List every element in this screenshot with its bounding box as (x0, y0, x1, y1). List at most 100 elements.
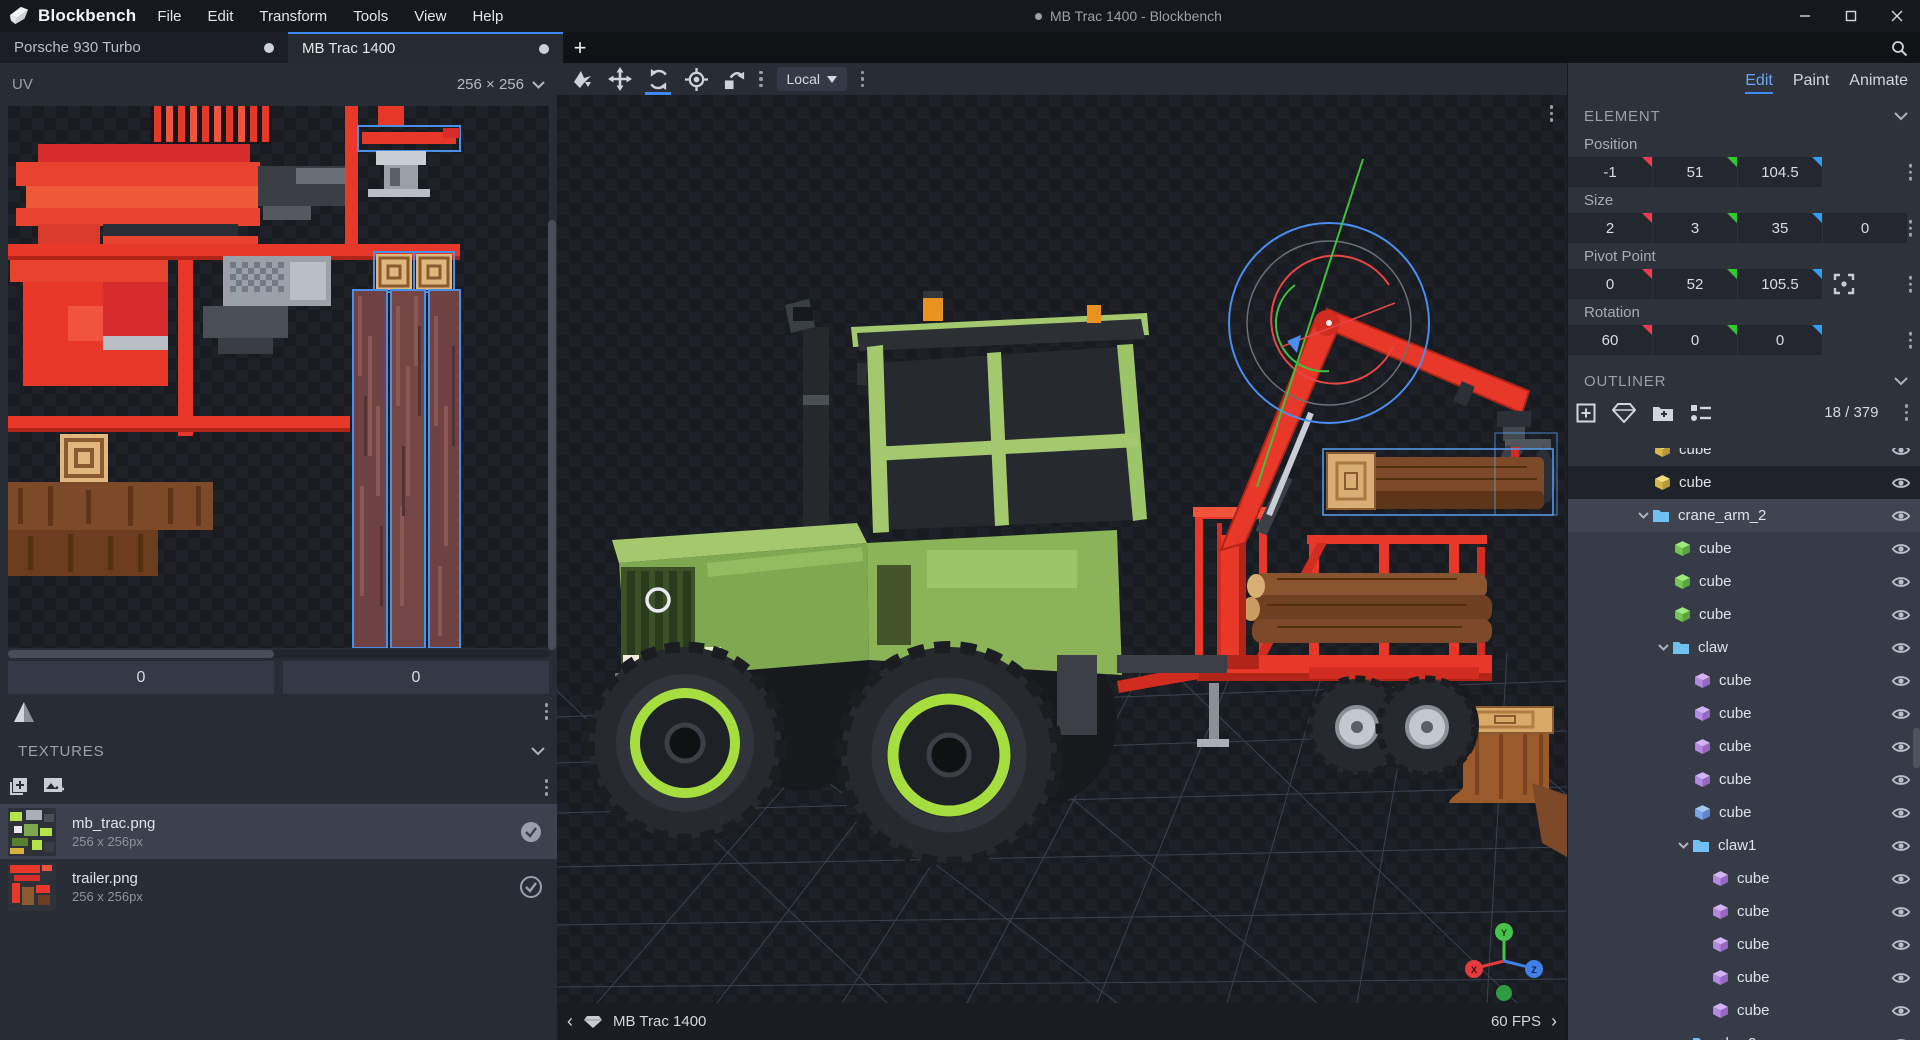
tab-porsche-930-turbo[interactable]: Porsche 930 Turbo (0, 32, 288, 63)
visibility-eye-icon[interactable] (1891, 707, 1911, 721)
outliner-toggles-button[interactable] (1690, 403, 1712, 423)
menu-file[interactable]: File (146, 4, 192, 29)
visibility-eye-icon[interactable] (1891, 575, 1911, 589)
rotation-z-input[interactable]: 0 (1738, 325, 1822, 355)
maximize-button[interactable] (1828, 0, 1874, 32)
texture-enabled-check-icon[interactable] (519, 875, 543, 899)
uv-horizontal-scrollbar[interactable] (8, 650, 549, 658)
visibility-eye-icon[interactable] (1891, 839, 1911, 853)
size-z-input[interactable]: 35 (1738, 213, 1822, 243)
outliner-row-cube-selected[interactable]: cube (1568, 466, 1920, 499)
position-menu-button[interactable] (1908, 163, 1912, 181)
texture-enabled-check-icon[interactable] (519, 820, 543, 844)
viewport-canvas[interactable]: Y X Z (557, 95, 1567, 1003)
transform-space-menu-button[interactable] (860, 70, 865, 88)
outliner-row-cube[interactable]: cube (1568, 796, 1920, 829)
outliner-row-cube[interactable]: cube (1568, 565, 1920, 598)
outliner-row-cube[interactable]: cube (1568, 928, 1920, 961)
size-menu-button[interactable] (1908, 219, 1912, 237)
rotate-gizmo[interactable] (1228, 158, 1430, 488)
texture-row-trailer[interactable]: trailer.png 256 x 256px (0, 859, 557, 914)
visibility-eye-icon[interactable] (1891, 905, 1911, 919)
menu-edit[interactable]: Edit (197, 4, 245, 29)
rotation-y-input[interactable]: 0 (1653, 325, 1737, 355)
scrollbar-thumb[interactable] (8, 650, 274, 658)
outliner-menu-button[interactable] (1904, 404, 1908, 421)
visibility-eye-icon[interactable] (1891, 476, 1911, 490)
uv-offset-u-input[interactable]: 0 (8, 661, 274, 694)
visibility-eye-icon[interactable] (1891, 1004, 1911, 1018)
uv-mirror-icon[interactable] (12, 700, 36, 724)
size-inflate-input[interactable]: 0 (1823, 213, 1907, 243)
rotate-tool-button[interactable] (641, 63, 675, 95)
uv-resolution-dropdown[interactable]: 256 × 256 (457, 76, 545, 93)
menu-help[interactable]: Help (461, 4, 514, 29)
outliner-row-cube[interactable]: cube (1568, 730, 1920, 763)
outliner-row-cube[interactable]: cube (1568, 895, 1920, 928)
resize-tool-button[interactable] (717, 63, 751, 95)
collapse-chevron-icon[interactable] (531, 747, 545, 756)
focus-pivot-icon[interactable] (1831, 271, 1857, 297)
outliner-row-cube[interactable]: cube (1568, 664, 1920, 697)
tab-mb-trac-1400[interactable]: MB Trac 1400 (288, 32, 563, 63)
menu-view[interactable]: View (403, 4, 457, 29)
uv-vertical-scrollbar[interactable] (548, 220, 556, 650)
visibility-eye-icon[interactable] (1891, 641, 1911, 655)
search-icon[interactable] (1891, 40, 1908, 57)
outliner-row-claw[interactable]: claw (1568, 631, 1920, 664)
texture-row-mb-trac[interactable]: mb_trac.png 256 x 256px (0, 804, 557, 859)
rotation-menu-button[interactable] (1908, 331, 1912, 349)
outliner-row-cube[interactable]: cube (1568, 598, 1920, 631)
size-x-input[interactable]: 2 (1568, 213, 1652, 243)
tractor-model[interactable] (583, 291, 1227, 869)
outliner-row-cube[interactable]: cube (1568, 532, 1920, 565)
new-tab-button[interactable]: + (563, 32, 597, 63)
pivot-y-input[interactable]: 52 (1653, 269, 1737, 299)
outliner-row-claw1[interactable]: claw1 (1568, 829, 1920, 862)
import-texture-button[interactable] (43, 776, 65, 796)
minimize-button[interactable] (1782, 0, 1828, 32)
outliner-row-cube[interactable]: cube (1568, 862, 1920, 895)
tab-unsaved-dot[interactable] (539, 43, 549, 54)
toolbar-overflow-menu-button[interactable] (759, 70, 763, 88)
visibility-eye-icon[interactable] (1891, 674, 1911, 688)
outliner-row-cube[interactable]: cube (1568, 994, 1920, 1027)
outliner-row-cube[interactable]: cube (1568, 961, 1920, 994)
view-axis-gizmo[interactable]: Y X Z (1465, 923, 1543, 1001)
menu-tools[interactable]: Tools (342, 4, 399, 29)
uv-panel-menu-button[interactable] (544, 703, 548, 720)
outliner-row-cube[interactable]: cube (1568, 448, 1920, 466)
add-mesh-button[interactable] (1612, 402, 1636, 423)
position-x-input[interactable]: -1 (1568, 157, 1652, 187)
expand-chevron-icon[interactable] (1674, 842, 1692, 849)
pivot-tool-button[interactable] (679, 63, 713, 95)
expand-chevron-icon[interactable] (1654, 644, 1672, 651)
position-y-input[interactable]: 51 (1653, 157, 1737, 187)
outliner-scrollbar[interactable] (1913, 728, 1920, 768)
visibility-eye-icon[interactable] (1891, 740, 1911, 754)
textures-panel-menu-button[interactable] (544, 779, 548, 796)
outliner-row-cube[interactable]: cube (1568, 697, 1920, 730)
previous-view-chevron-icon[interactable]: ‹ (567, 1011, 573, 1032)
menu-transform[interactable]: Transform (248, 4, 338, 29)
pivot-x-input[interactable]: 0 (1568, 269, 1652, 299)
rotation-x-input[interactable]: 60 (1568, 325, 1652, 355)
size-y-input[interactable]: 3 (1653, 213, 1737, 243)
visibility-eye-icon[interactable] (1891, 509, 1911, 523)
visibility-eye-icon[interactable] (1891, 938, 1911, 952)
collapse-chevron-icon[interactable] (1894, 112, 1908, 121)
visibility-eye-icon[interactable] (1891, 542, 1911, 556)
visibility-eye-icon[interactable] (1891, 1037, 1911, 1040)
move-tool-button[interactable] (603, 63, 637, 95)
visibility-eye-icon[interactable] (1891, 448, 1911, 457)
tab-unsaved-dot[interactable] (264, 42, 274, 53)
outliner-row-crane-arm-2[interactable]: crane_arm_2 (1568, 499, 1920, 532)
outliner-row-claw2[interactable]: claw2 (1568, 1027, 1920, 1040)
close-button[interactable] (1874, 0, 1920, 32)
transform-space-dropdown[interactable]: Local (776, 67, 847, 91)
expand-chevron-icon[interactable] (1634, 512, 1652, 519)
uv-offset-v-input[interactable]: 0 (283, 661, 549, 694)
collapse-chevron-icon[interactable] (1894, 377, 1908, 386)
create-texture-button[interactable] (8, 776, 29, 797)
viewport-menu-button[interactable] (1549, 105, 1553, 122)
